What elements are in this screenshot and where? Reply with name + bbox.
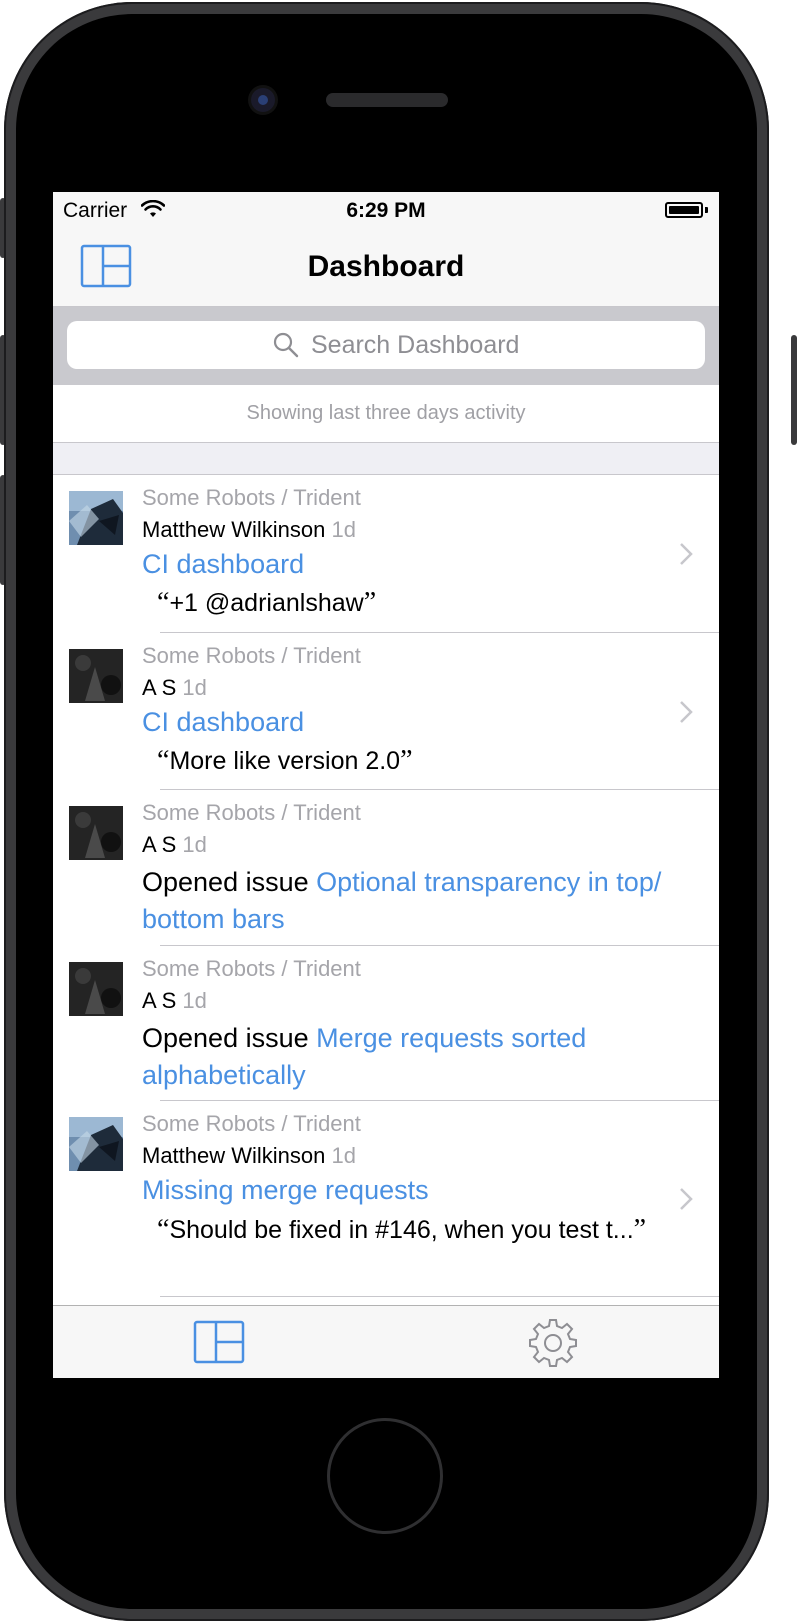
issue-description: Opened issue Optional transparency in to… <box>142 864 712 938</box>
search-input[interactable] <box>311 327 691 363</box>
navigation-bar: Dashboard <box>53 232 719 307</box>
author-line: A S 1d <box>142 832 207 858</box>
author-name: Matthew Wilkinson <box>142 1143 326 1168</box>
search-icon <box>273 332 299 358</box>
battery-icon <box>665 202 703 218</box>
status-bar: Carrier 6:29 PM <box>53 192 719 232</box>
project-path: Some Robots / Trident <box>142 800 361 825</box>
power-button <box>791 335 797 445</box>
page-title: Dashboard <box>307 250 465 283</box>
feed-item-issue[interactable]: Some Robots / Trident A S 1d Opened issu… <box>53 790 719 946</box>
author-line: Matthew Wilkinson 1d <box>142 517 356 543</box>
search-bar <box>53 307 719 385</box>
feed-item-comment[interactable]: Some Robots / Trident Matthew Wilkinson … <box>53 1101 719 1297</box>
item-title-link[interactable]: CI dashboard <box>142 707 304 738</box>
timestamp: 1d <box>331 1143 356 1168</box>
avatar <box>69 491 123 545</box>
home-button[interactable] <box>327 1418 443 1534</box>
author-name: A S <box>142 675 177 700</box>
earpiece-speaker <box>326 93 448 107</box>
author-line: A S 1d <box>142 988 207 1014</box>
status-time: 6:29 PM <box>346 199 426 222</box>
activity-range-label: Showing last three days activity <box>246 402 526 424</box>
comment-text: +1 @adrianlshaw <box>169 589 364 617</box>
author-line: Matthew Wilkinson 1d <box>142 1143 356 1169</box>
avatar <box>69 806 123 860</box>
timestamp: 1d <box>182 675 207 700</box>
app-screen: Carrier 6:29 PM Dashboard Showing last t… <box>53 192 719 1378</box>
tab-bar <box>53 1305 719 1378</box>
avatar <box>69 649 123 703</box>
front-camera <box>251 88 275 112</box>
timestamp: 1d <box>182 832 207 857</box>
battery-tip <box>705 207 708 213</box>
project-path: Some Robots / Trident <box>142 643 361 668</box>
issue-action: Opened issue <box>142 867 309 897</box>
timestamp: 1d <box>331 517 356 542</box>
activity-info-row: Showing last three days activity <box>53 385 719 443</box>
issue-action: Opened issue <box>142 1023 309 1053</box>
project-path: Some Robots / Trident <box>142 1111 361 1136</box>
comment-quote: “+1 @adrianlshaw” <box>157 587 377 618</box>
issue-description: Opened issue Merge requests sorted alpha… <box>142 1020 712 1094</box>
dashboard-layout-icon <box>193 1320 245 1364</box>
avatar <box>69 962 123 1016</box>
search-field[interactable] <box>67 321 705 369</box>
tab-settings[interactable] <box>386 1306 719 1378</box>
item-title-link[interactable]: CI dashboard <box>142 549 304 580</box>
author-line: A S 1d <box>142 675 207 701</box>
comment-text: More like version 2.0 <box>169 747 401 775</box>
tab-dashboard[interactable] <box>53 1306 386 1378</box>
chevron-right-icon <box>680 1188 693 1210</box>
avatar <box>69 1117 123 1171</box>
feed-item-comment[interactable]: Some Robots / Trident A S 1d CI dashboar… <box>53 633 719 790</box>
author-name: A S <box>142 832 177 857</box>
cell-separator <box>160 1296 719 1297</box>
feed-item-issue[interactable]: Some Robots / Trident A S 1d Opened issu… <box>53 946 719 1101</box>
comment-text: Should be fixed in #146, when you test t… <box>169 1216 634 1244</box>
chevron-right-icon <box>680 543 693 565</box>
timestamp: 1d <box>182 988 207 1013</box>
chevron-right-icon <box>680 701 693 723</box>
feed-item-comment[interactable]: Some Robots / Trident Matthew Wilkinson … <box>53 475 719 633</box>
author-name: A S <box>142 988 177 1013</box>
author-name: Matthew Wilkinson <box>142 517 326 542</box>
activity-feed: Some Robots / Trident Matthew Wilkinson … <box>53 475 719 1305</box>
item-title-link[interactable]: Missing merge requests <box>142 1175 429 1206</box>
gear-icon <box>529 1319 577 1367</box>
project-path: Some Robots / Trident <box>142 956 361 981</box>
project-path: Some Robots / Trident <box>142 485 361 510</box>
comment-quote: “Should be fixed in #146, when you test … <box>157 1214 647 1245</box>
comment-quote: “More like version 2.0” <box>157 745 413 776</box>
section-spacer <box>53 443 719 475</box>
